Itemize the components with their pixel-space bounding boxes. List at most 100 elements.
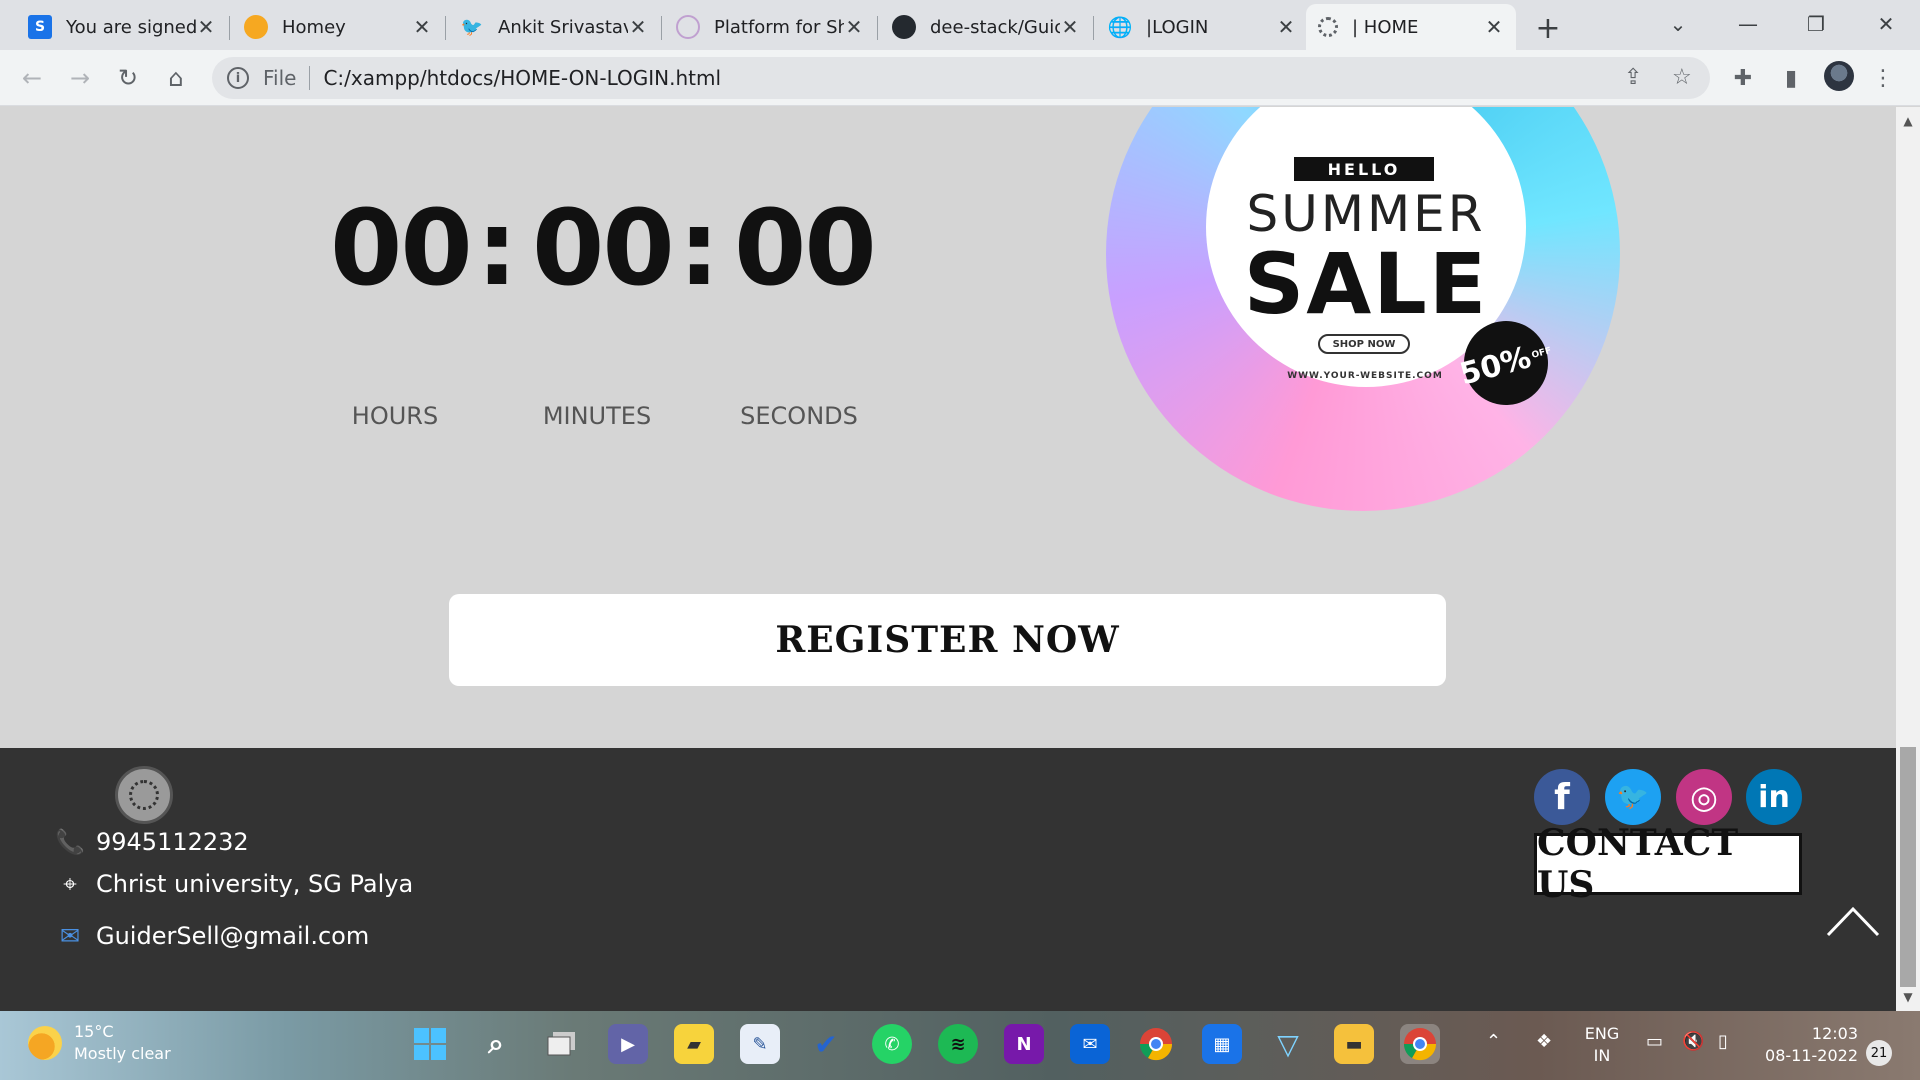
tab-label: Platform for Sh xyxy=(714,16,844,38)
profile-avatar[interactable] xyxy=(1824,61,1854,91)
whatsapp-icon[interactable]: ✆ xyxy=(872,1024,912,1064)
close-icon[interactable]: ✕ xyxy=(844,15,864,39)
vpn-triangle-icon[interactable]: ▽ xyxy=(1268,1024,1308,1064)
tab-github[interactable]: dee-stack/Guic ✕ xyxy=(880,4,1092,50)
scroll-down-arrow-icon[interactable]: ▼ xyxy=(1902,991,1914,1003)
tab-home[interactable]: | HOME ✕ xyxy=(1306,4,1516,50)
sale-shop-now: SHOP NOW xyxy=(1318,334,1410,354)
tab-label: dee-stack/Guic xyxy=(930,16,1060,38)
address-bar[interactable]: i File C:/xampp/htdocs/HOME-ON-LOGIN.htm… xyxy=(212,57,1710,99)
sticky-notes-icon[interactable]: ▰ xyxy=(674,1024,714,1064)
close-icon[interactable]: ✕ xyxy=(1060,15,1080,39)
page-scrollbar[interactable]: ▲ ▼ xyxy=(1896,107,1920,1011)
whiteboard-icon[interactable]: ✎ xyxy=(740,1024,780,1064)
new-tab-button[interactable]: + xyxy=(1530,10,1566,46)
scroll-to-top-icon[interactable] xyxy=(1826,903,1880,939)
address-scheme: File xyxy=(263,66,311,90)
tab-strip: S You are signed ✕ Homey ✕ 🐦 Ankit Sriva… xyxy=(0,0,1920,50)
close-icon[interactable]: ✕ xyxy=(1276,15,1296,39)
file-explorer-icon[interactable]: ▬ xyxy=(1334,1024,1374,1064)
phone-number: 9945112232 xyxy=(96,828,249,856)
task-view-icon[interactable] xyxy=(542,1024,582,1064)
forward-arrow-icon[interactable]: → xyxy=(64,62,96,94)
address-text: Christ university, SG Palya xyxy=(96,870,414,898)
tab-login[interactable]: 🌐 |LOGIN ✕ xyxy=(1096,4,1308,50)
tab-search-chevron-icon[interactable]: ⌄ xyxy=(1658,8,1698,40)
tab-platform[interactable]: Platform for Sh ✕ xyxy=(664,4,876,50)
info-icon[interactable]: i xyxy=(227,67,249,89)
chrome-icon[interactable] xyxy=(1136,1024,1176,1064)
scrollbar-thumb[interactable] xyxy=(1900,747,1916,987)
footer: 📞 9945112232 ⌖ Christ university, SG Pal… xyxy=(0,748,1896,1011)
contact-us-button[interactable]: CONTACT US xyxy=(1534,822,1802,906)
contact-email-row: ✉ GuiderSell@gmail.com xyxy=(56,922,369,950)
platform-icon xyxy=(676,15,700,39)
footer-logo[interactable] xyxy=(115,766,173,824)
back-arrow-icon[interactable]: ← xyxy=(16,62,48,94)
language-indicator[interactable]: ENG IN xyxy=(1580,1023,1624,1067)
volume-muted-icon[interactable]: 🔇 xyxy=(1682,1031,1704,1052)
home-icon[interactable]: ⌂ xyxy=(160,62,192,94)
dropbox-icon[interactable]: ❖ xyxy=(1536,1031,1552,1052)
network-icon[interactable]: ▭ xyxy=(1646,1031,1663,1052)
facebook-icon[interactable]: f xyxy=(1534,769,1590,825)
tab-separator xyxy=(445,16,446,40)
hours-label: HOURS xyxy=(351,402,439,430)
tab-twitter[interactable]: 🐦 Ankit Srivastav ✕ xyxy=(448,4,660,50)
bookmark-star-icon[interactable]: ☆ xyxy=(1672,65,1692,90)
clock-date: 08-11-2022 xyxy=(1765,1046,1858,1065)
clock[interactable]: 12:03 08-11-2022 xyxy=(1762,1023,1858,1067)
tab-you-are-signed[interactable]: S You are signed ✕ xyxy=(16,4,228,50)
extensions-puzzle-icon[interactable]: ✚ xyxy=(1728,63,1758,93)
location-pin-icon: ⌖ xyxy=(63,870,77,898)
instagram-icon[interactable]: ◎ xyxy=(1676,769,1732,825)
onenote-icon[interactable]: N xyxy=(1004,1024,1044,1064)
reload-icon[interactable]: ↻ xyxy=(112,62,144,94)
twitter-icon[interactable]: 🐦 xyxy=(1605,769,1661,825)
minimize-button[interactable]: — xyxy=(1728,8,1768,40)
spotify-icon[interactable]: ≋ xyxy=(938,1024,978,1064)
countdown-seconds: 00 xyxy=(734,187,877,309)
tray-chevron-up-icon[interactable]: ⌃ xyxy=(1486,1031,1501,1052)
tab-label: Homey xyxy=(282,16,346,38)
twitter-icon: 🐦 xyxy=(460,16,484,38)
close-icon[interactable]: ✕ xyxy=(412,15,432,39)
menu-kebab-icon[interactable]: ⋮ xyxy=(1868,63,1898,93)
notification-badge[interactable]: 21 xyxy=(1866,1040,1892,1066)
teams-chat-icon[interactable]: ▶ xyxy=(608,1024,648,1064)
close-icon[interactable]: ✕ xyxy=(196,15,216,39)
search-icon[interactable]: ⌕ xyxy=(476,1024,516,1064)
envelope-icon: ✉ xyxy=(59,922,81,950)
mail-icon[interactable]: ✉ xyxy=(1070,1024,1110,1064)
scroll-up-arrow-icon[interactable]: ▲ xyxy=(1902,115,1914,127)
twitter-glyph: 🐦 xyxy=(1616,782,1650,812)
tab-label: | HOME xyxy=(1352,16,1419,38)
close-icon[interactable]: ✕ xyxy=(628,15,648,39)
share-icon[interactable]: ⇪ xyxy=(1624,65,1642,90)
countdown-separator: : xyxy=(678,187,720,309)
sale-sale-text: SALE xyxy=(1243,235,1489,333)
countdown-separator: : xyxy=(476,187,518,309)
tab-separator xyxy=(1093,16,1094,40)
side-panel-icon[interactable]: ▮ xyxy=(1776,63,1806,93)
email-text[interactable]: GuiderSell@gmail.com xyxy=(96,922,369,950)
contact-phone-row: 📞 9945112232 xyxy=(55,828,249,856)
address-url[interactable]: C:/xampp/htdocs/HOME-ON-LOGIN.html xyxy=(323,66,721,90)
weather-widget[interactable]: 15°C Mostly clear xyxy=(28,1021,171,1065)
tab-label: Ankit Srivastav xyxy=(498,16,628,38)
restore-button[interactable]: ❐ xyxy=(1796,8,1836,40)
tab-homey[interactable]: Homey ✕ xyxy=(232,4,444,50)
tab-separator xyxy=(661,16,662,40)
linkedin-icon[interactable]: in xyxy=(1746,769,1802,825)
close-icon[interactable]: ✕ xyxy=(1484,15,1504,39)
contact-address-row: ⌖ Christ university, SG Palya xyxy=(56,870,413,898)
calendar-icon[interactable]: ▦ xyxy=(1202,1024,1242,1064)
start-windows-icon[interactable] xyxy=(410,1024,450,1064)
globe-icon: 🌐 xyxy=(1107,15,1133,39)
todo-check-icon[interactable]: ✔ xyxy=(806,1024,846,1064)
battery-icon[interactable]: ▯ xyxy=(1718,1031,1728,1052)
chrome-profile-icon[interactable] xyxy=(1400,1024,1440,1064)
language-bottom: IN xyxy=(1593,1046,1611,1065)
register-now-button[interactable]: REGISTER NOW xyxy=(449,594,1446,686)
close-window-button[interactable]: ✕ xyxy=(1866,8,1906,40)
